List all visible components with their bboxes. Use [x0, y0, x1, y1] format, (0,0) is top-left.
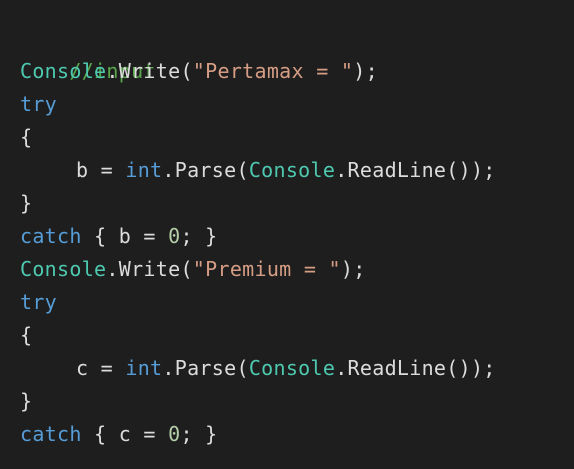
code-line-open-brace[interactable]: { [20, 121, 574, 154]
dot-token: . [106, 59, 119, 83]
dot-token: . [335, 158, 348, 182]
code-line-catch-b[interactable]: catch { b = 0; } [20, 220, 574, 253]
dot-token: . [162, 356, 175, 380]
code-line-try[interactable]: try [20, 88, 574, 121]
brace-open-token: { [81, 224, 119, 248]
keyword-token: catch [20, 224, 82, 248]
class-token: Console [248, 158, 336, 182]
method-token: ReadLine [347, 158, 447, 182]
class-token: Console [20, 59, 107, 83]
paren-close-token: ); [340, 257, 366, 281]
method-token: ReadLine [347, 356, 447, 380]
paren-close-token: ()); [446, 356, 496, 380]
number-token: 0 [168, 422, 181, 446]
keyword-token: catch [20, 422, 82, 446]
code-line-write-premium[interactable]: Console.Write("Premium = "); [20, 253, 574, 286]
code-line-close-brace[interactable]: } [20, 187, 574, 220]
assign-token: = [88, 356, 126, 380]
method-token: Write [118, 257, 181, 281]
string-token: "Premium = " [192, 257, 341, 281]
assign-token: = [88, 158, 126, 182]
keyword-token: try [20, 290, 58, 314]
assign-token: = [131, 422, 169, 446]
dot-token: . [106, 257, 119, 281]
code-line-open-brace[interactable]: { [20, 319, 574, 352]
string-token: "Pertamax = " [192, 59, 354, 83]
brace-close-token: ; } [180, 224, 218, 248]
paren-close-token: ()); [446, 158, 496, 182]
method-token: Parse [174, 158, 237, 182]
brace-token: } [20, 191, 33, 215]
code-line-write-pertamax[interactable]: Console.Write("Pertamax = "); [20, 55, 574, 88]
paren-close-token: ); [353, 59, 378, 83]
code-line-try[interactable]: try [20, 286, 574, 319]
brace-token: } [20, 389, 33, 413]
brace-open-token: { [81, 422, 119, 446]
code-line-parse-b[interactable]: b = int.Parse(Console.ReadLine()); [20, 154, 574, 187]
code-line-catch-c[interactable]: catch { c = 0; } [20, 418, 574, 451]
code-line-close-brace[interactable]: } [20, 385, 574, 418]
paren-open-token: ( [236, 356, 249, 380]
paren-open-token: ( [236, 158, 249, 182]
keyword-token: try [20, 92, 58, 116]
class-token: Console [248, 356, 336, 380]
assign-token: = [131, 224, 169, 248]
code-line-comment[interactable]: //input [20, 22, 574, 83]
keyword-token: int [125, 158, 163, 182]
code-editor[interactable]: //input Console.Write("Pertamax = "); tr… [0, 0, 574, 469]
method-token: Parse [174, 356, 237, 380]
dot-token: . [162, 158, 175, 182]
variable-token: b [118, 224, 132, 248]
brace-token: { [20, 323, 33, 347]
code-line-parse-c[interactable]: c = int.Parse(Console.ReadLine()); [20, 352, 574, 385]
variable-token: b [76, 158, 89, 182]
dot-token: . [335, 356, 348, 380]
class-token: Console [20, 257, 107, 281]
brace-close-token: ; } [180, 422, 218, 446]
keyword-token: int [125, 356, 163, 380]
variable-token: c [76, 356, 89, 380]
paren-open-token: ( [180, 59, 193, 83]
paren-open-token: ( [180, 257, 193, 281]
brace-token: { [20, 125, 33, 149]
method-token: Write [118, 59, 181, 83]
variable-token: c [118, 422, 132, 446]
number-token: 0 [168, 224, 181, 248]
